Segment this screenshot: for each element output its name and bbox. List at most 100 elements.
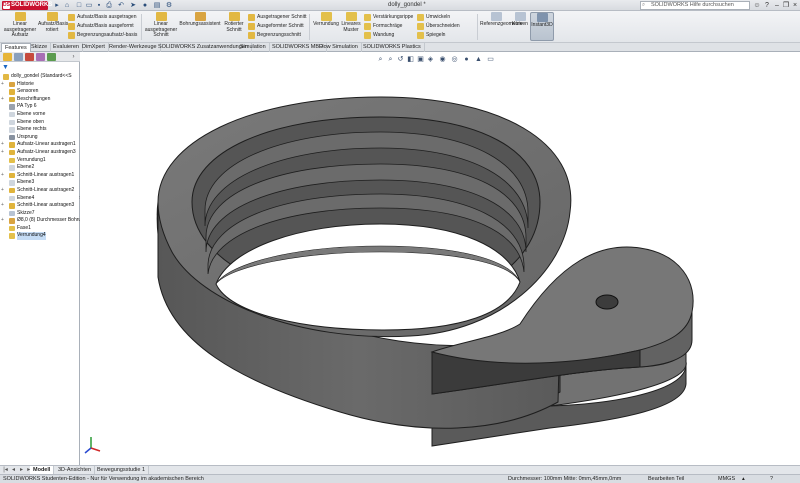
dynamic-annotation-icon[interactable]: ▣ <box>416 55 425 64</box>
boundary-cut-button[interactable]: Begrenzungsschnitt <box>248 31 301 40</box>
draft-button[interactable]: Formschräge <box>364 22 402 31</box>
tree-item[interactable]: Verrundung4 <box>0 232 80 241</box>
tab-dimxpert[interactable]: DimXpert <box>79 43 109 52</box>
tab-render-tools[interactable]: Render-Werkzeuge <box>106 43 161 52</box>
panel-expand-arrow-icon[interactable]: › <box>69 53 78 61</box>
part-model[interactable] <box>80 52 800 465</box>
hide-show-items-icon[interactable]: ◎ <box>450 55 459 64</box>
apply-scene-icon[interactable]: ▲ <box>474 55 483 64</box>
sweep-boss-button[interactable]: Aufsatz/Basis ausgetragen <box>68 13 136 22</box>
expand-toggle-icon[interactable]: + <box>1 217 4 225</box>
expand-toggle-icon[interactable]: + <box>1 202 4 210</box>
tab-sketch[interactable]: Skizze <box>28 43 52 52</box>
dimxpert-tab-icon[interactable] <box>36 53 45 61</box>
select-arrow-icon[interactable]: ➤ <box>128 1 138 10</box>
linear-boss-extrude-button[interactable]: Linear ausgetragener Aufsatz <box>2 12 38 42</box>
solidworks-logo[interactable]: DS SOLIDWORKS <box>2 1 52 10</box>
hole-wizard-button[interactable]: Bohrungsassistent <box>178 12 222 42</box>
fillet-button[interactable]: Verrundung <box>311 12 341 42</box>
user-icon[interactable]: ☺ <box>752 1 762 10</box>
loft-boss-button[interactable]: Aufsatz/Basis ausgeformt <box>68 22 134 31</box>
zoom-to-area-icon[interactable]: ⌕ <box>386 55 395 64</box>
help-question-icon[interactable]: ? <box>762 1 772 10</box>
tree-item[interactable]: Ursprung <box>0 134 80 142</box>
expand-toggle-icon[interactable]: + <box>1 149 4 157</box>
display-manager-tab-icon[interactable] <box>47 53 56 61</box>
curves-button[interactable]: Kurven <box>512 12 528 42</box>
wrap-button[interactable]: Umwickeln <box>417 13 450 22</box>
tree-item[interactable]: Ebene4 <box>0 195 80 203</box>
close-icon[interactable]: × <box>790 1 800 10</box>
tab-plastics[interactable]: SOLIDWORKS Plastics <box>360 43 425 52</box>
options-gear-icon[interactable]: ⚙ <box>164 1 174 10</box>
tree-item[interactable]: Ebene vorne <box>0 111 80 119</box>
new-document-icon[interactable]: □ <box>74 1 84 10</box>
tree-item[interactable]: Sensoren <box>0 88 80 96</box>
expand-toggle-icon[interactable]: + <box>1 187 4 195</box>
units-selector[interactable]: MMGS <box>718 475 735 483</box>
linear-pattern-button[interactable]: Lineares Muster <box>341 12 361 42</box>
tree-item[interactable]: + Schnitt-Linear austragen1 <box>0 172 80 180</box>
home-icon[interactable]: ⌂ <box>62 1 72 10</box>
save-icon[interactable]: ▪ <box>94 1 104 10</box>
help-status-icon[interactable]: ? <box>770 475 773 483</box>
expand-toggle-icon[interactable]: + <box>1 81 4 89</box>
tree-root[interactable]: dolly_gondel (Standard<<S <box>0 73 80 81</box>
shell-button[interactable]: Wandung <box>364 31 394 40</box>
expand-arrow-icon[interactable]: ▸ <box>52 1 62 10</box>
tree-item[interactable]: Ebene rechts <box>0 126 80 134</box>
mirror-button[interactable]: Spiegeln <box>417 31 445 40</box>
tree-item[interactable]: + Ø8,0 (8) Durchmesser Bohru <box>0 217 80 225</box>
revolve-cut-button[interactable]: Rotierter Schnitt <box>222 12 246 42</box>
boundary-boss-button[interactable]: Begrenzungsaufsatz/-basis <box>68 31 137 40</box>
intersect-button[interactable]: Überschneiden <box>417 22 460 31</box>
view-orientation-icon[interactable]: ◈ <box>426 55 435 64</box>
linear-cut-button[interactable]: Linear ausgetragener Schnitt <box>144 12 178 42</box>
edit-appearance-icon[interactable]: ● <box>462 55 471 64</box>
instant3d-button[interactable]: Instant3D <box>530 12 554 41</box>
open-folder-icon[interactable]: ▭ <box>84 1 94 10</box>
tree-item[interactable]: Fase1 <box>0 225 80 233</box>
configuration-tab-icon[interactable] <box>25 53 34 61</box>
zoom-to-fit-icon[interactable]: ⌕ <box>376 55 385 64</box>
expand-toggle-icon[interactable]: + <box>1 96 4 104</box>
revolve-icon <box>46 12 58 21</box>
sweep-cut-button[interactable]: Ausgetragener Schnitt <box>248 13 306 22</box>
property-manager-tab-icon[interactable] <box>14 53 23 61</box>
revolve-boss-button[interactable]: Aufsatz/Basis rotiert <box>38 12 68 42</box>
expand-toggle-icon[interactable]: + <box>1 172 4 180</box>
previous-view-icon[interactable]: ↺ <box>396 55 405 64</box>
feature-tree-tab-icon[interactable] <box>3 53 12 61</box>
tab-simulation[interactable]: Simulation <box>237 43 270 52</box>
view-settings-icon[interactable]: ▭ <box>486 55 495 64</box>
file-properties-icon[interactable]: ▤ <box>152 1 162 10</box>
tree-item[interactable]: Ebene oben <box>0 119 80 127</box>
tree-item[interactable]: PA Typ 6 <box>0 103 80 111</box>
reference-geometry-button[interactable]: Referenzgeometrie <box>480 12 523 42</box>
help-search-input[interactable]: ⌕ SOLIDWORKS Hilfe durchsuchen <box>640 1 750 10</box>
tree-item[interactable]: Ebene2 <box>0 164 80 172</box>
tree-item-label: Ebene2 <box>17 164 35 171</box>
tree-item[interactable]: Verrundung1 <box>0 157 80 165</box>
section-view-icon[interactable]: ◧ <box>406 55 415 64</box>
tree-item[interactable]: + Aufsatz-Linear austragen3 <box>0 149 80 157</box>
graphics-viewport[interactable]: ⌕ ⌕ ↺ ◧ ▣ ◈ ◉ ◎ ● ▲ ▭ <box>80 52 800 465</box>
tree-item[interactable]: + Historie <box>0 81 80 89</box>
tree-item[interactable]: + Schnitt-Linear austragen3 <box>0 202 80 210</box>
tree-item[interactable]: + Beschriftungen <box>0 96 80 104</box>
tree-item[interactable]: Ebene3 <box>0 179 80 187</box>
rebuild-icon[interactable]: ● <box>140 1 150 10</box>
units-arrow-icon[interactable]: ▴ <box>742 475 745 483</box>
boundary-cut-label: Begrenzungsschnitt <box>257 32 301 38</box>
tree-filter[interactable]: ▼ <box>0 63 80 72</box>
undo-icon[interactable]: ↶ <box>116 1 126 10</box>
loft-cut-button[interactable]: Ausgeformter Schnitt <box>248 22 304 31</box>
tree-item[interactable]: + Aufsatz-Linear austragen1 <box>0 141 80 149</box>
print-icon[interactable]: ⎙ <box>104 1 114 10</box>
tree-item[interactable]: Skizze7 <box>0 210 80 218</box>
tree-item[interactable]: + Schnitt-Linear austragen2 <box>0 187 80 195</box>
rib-button[interactable]: Verstärkungsrippe <box>364 13 413 22</box>
display-style-icon[interactable]: ◉ <box>438 55 447 64</box>
expand-toggle-icon[interactable]: + <box>1 141 4 149</box>
tab-flow-simulation[interactable]: Flow Simulation <box>316 43 362 52</box>
